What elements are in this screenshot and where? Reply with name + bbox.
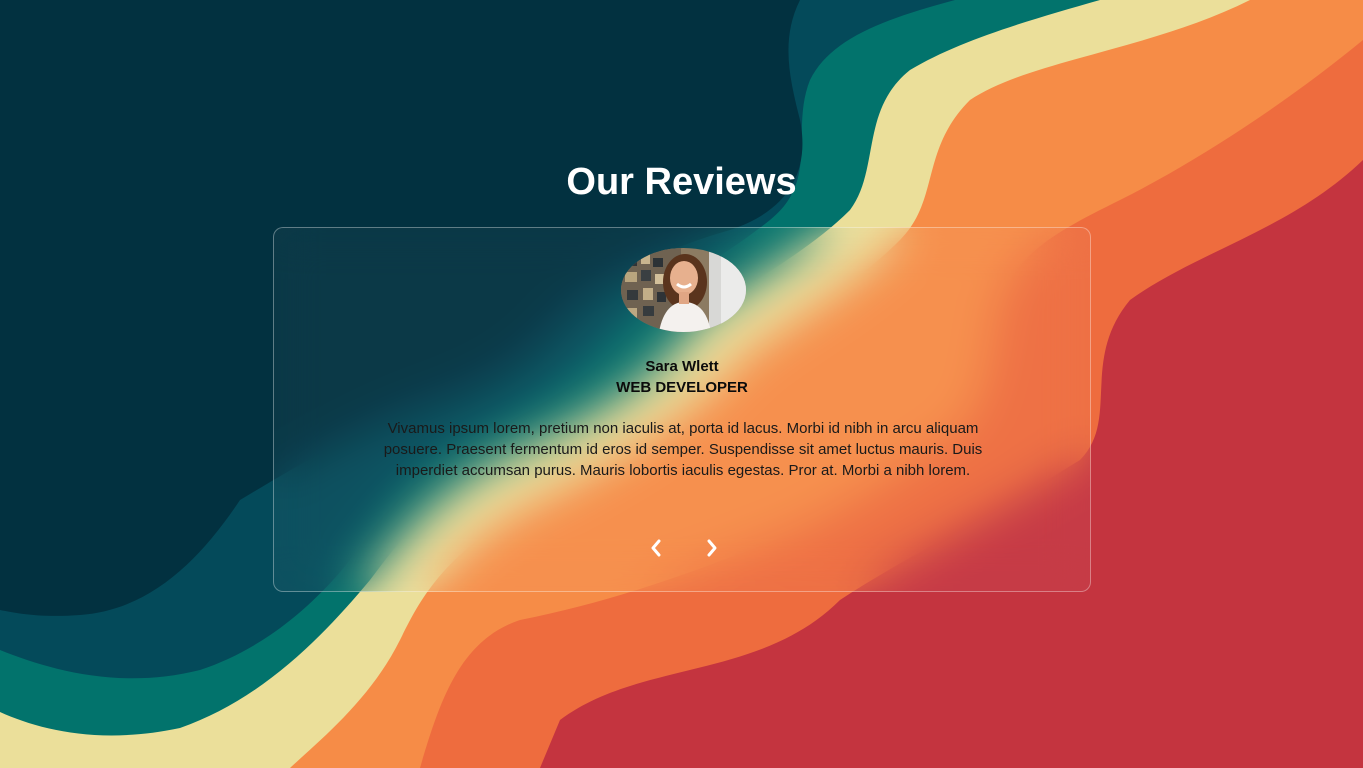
reviewer-role: WEB DEVELOPER (616, 379, 748, 396)
reviewer-avatar (621, 248, 746, 332)
review-text: Vivamus ipsum lorem, pretium non iaculis… (383, 420, 983, 479)
review-card: Sara Wlett WEB DEVELOPER Vivamus ipsum l… (273, 227, 1091, 592)
previous-review-button[interactable] (643, 535, 669, 561)
reviews-page: Our Reviews Sara Wlett WEB DEVELOPER Viv… (0, 0, 1363, 768)
reviewer-name: Sara Wlett (645, 358, 719, 375)
section-heading: Our Reviews (566, 161, 797, 203)
chevron-left-icon (651, 539, 661, 557)
reviewer-photo (621, 248, 746, 332)
next-review-button[interactable] (699, 535, 725, 561)
chevron-right-icon (707, 539, 717, 557)
